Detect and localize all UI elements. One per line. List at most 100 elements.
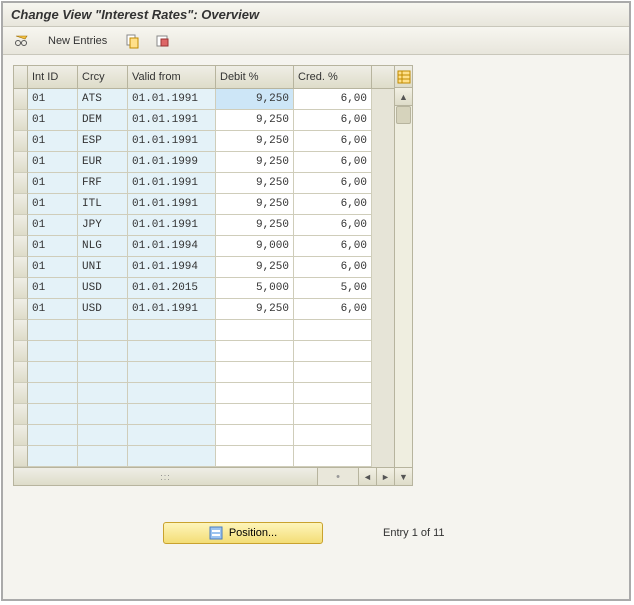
cell-valid-from[interactable]: 01.01.1999 — [128, 152, 216, 173]
vscroll-thumb[interactable] — [396, 106, 411, 124]
cell-valid-from[interactable]: 01.01.1991 — [128, 299, 216, 320]
cell-debit[interactable] — [216, 404, 294, 425]
cell-debit[interactable]: 9,250 — [216, 173, 294, 194]
row-selector[interactable] — [14, 446, 28, 467]
toggle-change-button[interactable] — [9, 31, 35, 51]
cell-debit[interactable] — [216, 341, 294, 362]
row-selector[interactable] — [14, 236, 28, 257]
cell-crcy[interactable] — [78, 362, 128, 383]
hscroll-track[interactable]: • — [318, 468, 358, 485]
cell-int-id[interactable]: 01 — [28, 215, 78, 236]
row-selector[interactable] — [14, 320, 28, 341]
cell-cred[interactable]: 6,00 — [294, 152, 372, 173]
col-header-valid-from[interactable]: Valid from — [128, 66, 216, 88]
cell-debit[interactable]: 9,250 — [216, 131, 294, 152]
cell-crcy[interactable] — [78, 383, 128, 404]
table-row-empty[interactable] — [14, 383, 394, 404]
col-header-debit[interactable]: Debit % — [216, 66, 294, 88]
cell-valid-from[interactable] — [128, 446, 216, 467]
table-row-empty[interactable] — [14, 320, 394, 341]
cell-valid-from[interactable] — [128, 362, 216, 383]
row-selector[interactable] — [14, 257, 28, 278]
cell-debit[interactable]: 9,250 — [216, 257, 294, 278]
cell-valid-from[interactable] — [128, 425, 216, 446]
cell-crcy[interactable] — [78, 446, 128, 467]
cell-int-id[interactable]: 01 — [28, 110, 78, 131]
cell-crcy[interactable]: FRF — [78, 173, 128, 194]
cell-int-id[interactable] — [28, 320, 78, 341]
cell-valid-from[interactable] — [128, 341, 216, 362]
cell-int-id[interactable] — [28, 446, 78, 467]
cell-debit[interactable]: 9,000 — [216, 236, 294, 257]
cell-cred[interactable]: 6,00 — [294, 236, 372, 257]
delete-button[interactable] — [150, 31, 176, 51]
table-row[interactable]: 01USD01.01.20155,0005,00 — [14, 278, 394, 299]
cell-crcy[interactable]: DEM — [78, 110, 128, 131]
cell-int-id[interactable]: 01 — [28, 236, 78, 257]
cell-int-id[interactable]: 01 — [28, 173, 78, 194]
cell-cred[interactable]: 6,00 — [294, 257, 372, 278]
cell-crcy[interactable] — [78, 320, 128, 341]
cell-cred[interactable]: 6,00 — [294, 173, 372, 194]
cell-crcy[interactable]: NLG — [78, 236, 128, 257]
cell-cred[interactable]: 6,00 — [294, 194, 372, 215]
table-row[interactable]: 01ESP01.01.19919,2506,00 — [14, 131, 394, 152]
row-selector[interactable] — [14, 404, 28, 425]
cell-cred[interactable]: 6,00 — [294, 131, 372, 152]
row-selector[interactable] — [14, 299, 28, 320]
table-row[interactable]: 01NLG01.01.19949,0006,00 — [14, 236, 394, 257]
cell-debit[interactable]: 9,250 — [216, 152, 294, 173]
cell-debit[interactable]: 9,250 — [216, 215, 294, 236]
cell-valid-from[interactable] — [128, 404, 216, 425]
cell-debit[interactable] — [216, 446, 294, 467]
row-selector[interactable] — [14, 152, 28, 173]
cell-cred[interactable] — [294, 320, 372, 341]
table-row[interactable]: 01JPY01.01.19919,2506,00 — [14, 215, 394, 236]
cell-int-id[interactable] — [28, 425, 78, 446]
cell-int-id[interactable]: 01 — [28, 194, 78, 215]
row-selector-header[interactable] — [14, 66, 28, 88]
cell-int-id[interactable]: 01 — [28, 89, 78, 110]
table-config-button[interactable] — [395, 66, 412, 88]
cell-crcy[interactable]: USD — [78, 299, 128, 320]
cell-crcy[interactable] — [78, 425, 128, 446]
vscroll-up-button[interactable]: ▲ — [395, 88, 412, 106]
cell-debit[interactable] — [216, 362, 294, 383]
vscroll-track[interactable] — [395, 106, 412, 467]
cell-cred[interactable]: 6,00 — [294, 215, 372, 236]
vscroll-down-button[interactable]: ▼ — [395, 467, 412, 485]
cell-cred[interactable]: 6,00 — [294, 299, 372, 320]
cell-cred[interactable] — [294, 425, 372, 446]
row-selector[interactable] — [14, 194, 28, 215]
cell-cred[interactable] — [294, 341, 372, 362]
hscroll-right-button[interactable]: ► — [376, 468, 394, 485]
table-row-empty[interactable] — [14, 341, 394, 362]
cell-valid-from[interactable]: 01.01.1994 — [128, 236, 216, 257]
cell-cred[interactable] — [294, 404, 372, 425]
row-selector[interactable] — [14, 383, 28, 404]
cell-valid-from[interactable]: 01.01.1991 — [128, 215, 216, 236]
cell-int-id[interactable]: 01 — [28, 278, 78, 299]
table-row[interactable]: 01USD01.01.19919,2506,00 — [14, 299, 394, 320]
table-row-empty[interactable] — [14, 425, 394, 446]
col-header-cred[interactable]: Cred. % — [294, 66, 372, 88]
hscroll-left-button[interactable]: ◄ — [358, 468, 376, 485]
row-selector[interactable] — [14, 89, 28, 110]
cell-crcy[interactable]: ITL — [78, 194, 128, 215]
cell-valid-from[interactable]: 01.01.1991 — [128, 173, 216, 194]
table-row-empty[interactable] — [14, 404, 394, 425]
cell-debit[interactable]: 9,250 — [216, 299, 294, 320]
row-selector[interactable] — [14, 341, 28, 362]
cell-valid-from[interactable]: 01.01.1991 — [128, 110, 216, 131]
cell-debit[interactable]: 5,000 — [216, 278, 294, 299]
row-selector[interactable] — [14, 425, 28, 446]
table-row[interactable]: 01ITL01.01.19919,2506,00 — [14, 194, 394, 215]
table-row[interactable]: 01ATS01.01.19919,2506,00 — [14, 89, 394, 110]
new-entries-button[interactable]: New Entries — [39, 31, 116, 51]
cell-int-id[interactable] — [28, 383, 78, 404]
table-row[interactable]: 01EUR01.01.19999,2506,00 — [14, 152, 394, 173]
cell-cred[interactable] — [294, 362, 372, 383]
table-row[interactable]: 01DEM01.01.19919,2506,00 — [14, 110, 394, 131]
table-row[interactable]: 01FRF01.01.19919,2506,00 — [14, 173, 394, 194]
cell-int-id[interactable]: 01 — [28, 257, 78, 278]
